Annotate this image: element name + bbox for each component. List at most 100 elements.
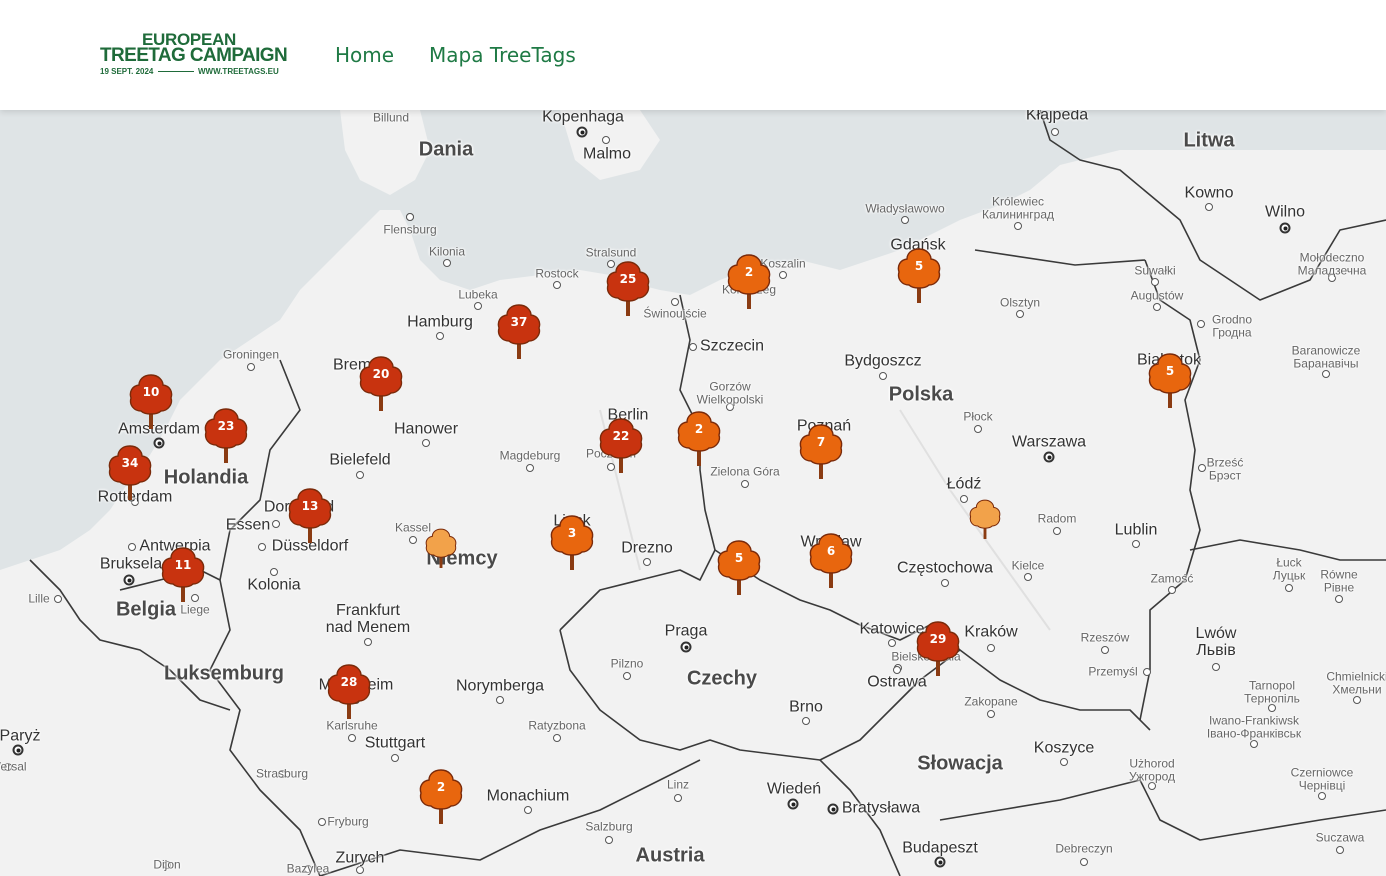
country-label: Belgia (115, 598, 177, 621)
city-dot (879, 372, 887, 380)
city-dot (1353, 696, 1361, 704)
city-label: Kopenhaga (542, 110, 624, 126)
city-dot (623, 672, 631, 680)
marker-count: 23 (217, 419, 235, 433)
tree-marker[interactable]: 11 (159, 544, 207, 602)
city-label: Olsztyn (999, 295, 1041, 310)
city-dot (689, 343, 697, 351)
tree-marker[interactable]: 28 (325, 661, 373, 719)
city-dot (941, 579, 949, 587)
tree-icon (204, 408, 248, 463)
city-label: Lublin (1114, 521, 1158, 539)
city-label: Linz (666, 777, 690, 792)
city-label: Lille (28, 591, 50, 606)
tree-marker[interactable]: 34 (106, 442, 154, 500)
tree-icon (1148, 353, 1192, 408)
city-label: Bratysława (841, 799, 921, 817)
tree-marker[interactable]: 13 (286, 485, 334, 543)
tree-marker[interactable]: 10 (127, 371, 175, 429)
city-dot (1016, 310, 1024, 318)
tree-marker[interactable]: 22 (597, 415, 645, 473)
city-label: Debreczyn (1055, 841, 1113, 856)
city-label: Zurych (335, 849, 385, 867)
tree-marker[interactable]: 6 (807, 530, 855, 588)
tree-marker[interactable]: 23 (202, 405, 250, 463)
tree-icon (359, 356, 403, 411)
city-dot (553, 281, 561, 289)
city-dot (1051, 128, 1059, 136)
city-dot (602, 136, 610, 144)
city-dot (153, 437, 165, 449)
city-dot (1336, 846, 1344, 854)
baltic-north-sea (0, 110, 1386, 570)
city-dot (474, 302, 482, 310)
city-label: Salzburg (585, 819, 633, 834)
nav-map-treetags[interactable]: Mapa TreeTags (429, 43, 576, 67)
city-label: Kielce (1011, 558, 1045, 573)
city-label: Grodno Гродна (1211, 312, 1253, 339)
marker-count: 28 (340, 675, 358, 689)
city-label: Szczecin (699, 337, 765, 355)
tree-marker[interactable] (417, 510, 465, 568)
city-dot (247, 363, 255, 371)
tree-icon (288, 488, 332, 543)
tree-marker[interactable]: 5 (715, 537, 763, 595)
marker-count: 3 (567, 526, 577, 540)
tree-icon (327, 664, 371, 719)
tree-marker[interactable] (961, 481, 1009, 539)
city-label: Suwałki (1134, 263, 1176, 278)
tree-marker[interactable]: 7 (797, 421, 845, 479)
tree-icon (550, 515, 594, 570)
tree-marker[interactable]: 25 (604, 258, 652, 316)
city-label: Wilno (1264, 203, 1306, 221)
tree-marker[interactable]: 2 (417, 766, 465, 824)
city-dot (1205, 203, 1213, 211)
city-label: Norymberga (455, 677, 545, 695)
city-label: Bazylea (286, 861, 330, 876)
tree-marker[interactable]: 5 (895, 245, 943, 303)
city-label: Bydgoszcz (844, 352, 922, 370)
city-dot (128, 543, 136, 551)
tree-marker[interactable]: 2 (725, 251, 773, 309)
city-label: Pilzno (610, 656, 644, 671)
map-canvas[interactable]: Dania Litwa Polska Holandia Niemcy Belgia Luks… (0, 110, 1386, 876)
logo-rule (158, 71, 194, 72)
city-dot (680, 641, 692, 653)
city-dot (364, 638, 372, 646)
city-label: Wersal (0, 759, 27, 774)
city-dot (1151, 278, 1159, 286)
tree-marker[interactable]: 29 (914, 618, 962, 676)
city-label: Strasburg (255, 766, 309, 781)
marker-count: 2 (436, 780, 446, 794)
city-dot (553, 734, 561, 742)
tree-marker[interactable]: 2 (675, 408, 723, 466)
city-dot (1080, 858, 1088, 866)
marker-count: 22 (612, 429, 630, 443)
border-at-hu (819, 759, 901, 876)
city-label: Mołodeczno Маладзечна (1297, 250, 1367, 277)
city-dot (1043, 451, 1055, 463)
city-dot (258, 543, 266, 551)
marker-count: 20 (372, 367, 390, 381)
city-label: Frankfurt nad Menem (325, 602, 411, 636)
city-label: Magdeburg (499, 448, 561, 463)
city-dot (422, 439, 430, 447)
tree-icon (717, 540, 761, 595)
marker-count: 5 (1165, 364, 1175, 378)
tree-marker[interactable]: 37 (495, 301, 543, 359)
city-label: Bielefeld (329, 451, 391, 469)
logo-date: 19 SEPT. 2024 (100, 67, 154, 76)
tree-icon (799, 424, 843, 479)
city-dot (272, 520, 280, 528)
campaign-logo[interactable]: EUROPEAN TREETAG CAMPAIGN 19 SEPT. 2024 … (100, 30, 288, 80)
city-dot (318, 818, 326, 826)
nav-home[interactable]: Home (335, 43, 394, 67)
city-dot (348, 734, 356, 742)
tree-marker[interactable]: 5 (1146, 350, 1194, 408)
tree-marker[interactable]: 3 (548, 512, 596, 570)
city-label: Królewiec Калининград (981, 194, 1055, 221)
tree-marker[interactable]: 20 (357, 353, 405, 411)
city-dot (1279, 222, 1291, 234)
city-dot (934, 856, 946, 868)
city-label: Praga (664, 622, 708, 640)
